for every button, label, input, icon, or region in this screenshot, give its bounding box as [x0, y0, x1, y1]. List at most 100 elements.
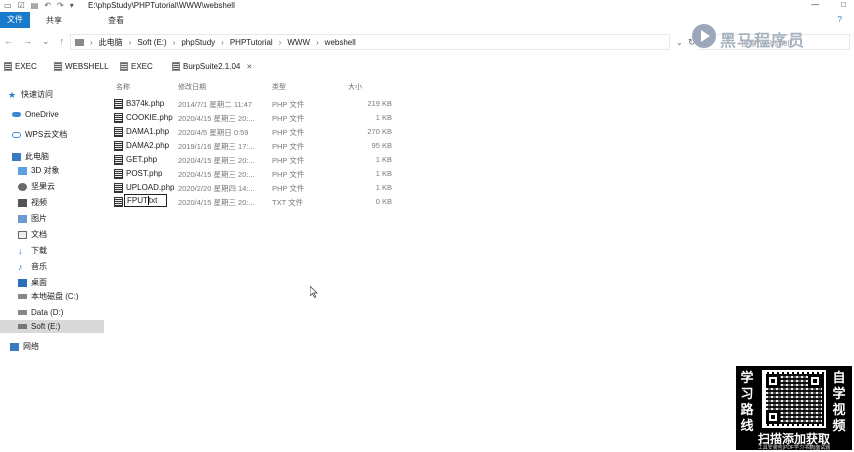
breadcrumb-separator-icon[interactable]: › — [279, 38, 282, 47]
minimize-button[interactable]: — — [811, 0, 819, 9]
nav-label: 图片 — [31, 214, 47, 223]
address-bar[interactable]: › 此电脑 › Soft (E:) › phpStudy › PHPTutori… — [70, 34, 670, 50]
breadcrumb-soft-e[interactable]: Soft (E:) — [137, 38, 166, 47]
column-header-name[interactable]: 名称 — [116, 82, 130, 92]
close-icon[interactable]: ✕ — [246, 63, 252, 71]
file-row[interactable]: COOKIE.php 2020/4/15 星期三 20:... PHP 文件 1… — [112, 112, 402, 124]
nav-videos[interactable]: 视频 — [0, 196, 104, 209]
nav-label: 视频 — [31, 198, 47, 207]
breadcrumb-this-pc[interactable]: 此电脑 — [99, 37, 123, 48]
nav-drive-d[interactable]: Data (D:) — [0, 306, 104, 319]
tab-label: EXEC — [131, 62, 153, 71]
qr-finder — [808, 374, 822, 388]
cube-icon — [18, 166, 27, 175]
nav-jianguoyun[interactable]: 坚果云 — [0, 180, 104, 193]
nav-quick-access[interactable]: ★ 快速访问 — [0, 88, 104, 101]
document-icon — [54, 62, 62, 71]
promo-char: 习 — [740, 386, 754, 401]
file-size: 95 KB — [371, 141, 392, 150]
qr-finder — [766, 374, 780, 388]
file-date: 2020/4/15 星期三 20:... — [178, 170, 255, 179]
back-arrow-icon[interactable]: ← — [4, 36, 13, 47]
tab-file[interactable]: 文件 — [0, 12, 30, 28]
nut-cloud-icon — [18, 182, 27, 191]
nav-onedrive[interactable]: OneDrive — [0, 108, 104, 121]
nav-drive-c[interactable]: 本地磁盘 (C:) — [0, 290, 104, 303]
tab-view[interactable]: 查看 — [108, 15, 124, 26]
breadcrumb-separator-icon[interactable]: › — [221, 38, 224, 47]
maximize-button[interactable]: □ — [841, 0, 846, 9]
tab-exec-1[interactable]: EXEC — [4, 62, 37, 71]
file-date: 2014/7/1 星期二 11:47 — [178, 100, 253, 109]
file-row[interactable]: GET.php 2020/4/15 星期三 20:... PHP 文件 1 KB — [112, 154, 402, 166]
file-name: COOKIE.php — [126, 113, 173, 122]
breadcrumb-www[interactable]: WWW — [287, 38, 310, 47]
promo-char: 路 — [740, 402, 754, 417]
nav-downloads[interactable]: ↓ 下载 — [0, 244, 104, 257]
tab-burpsuite[interactable]: BurpSuite2.1.04 ✕ — [172, 62, 252, 71]
breadcrumb-separator-icon[interactable]: › — [129, 38, 132, 47]
nav-label: 音乐 — [31, 262, 47, 271]
nav-label: 快速访问 — [21, 90, 53, 99]
address-folder-icon — [75, 38, 84, 46]
breadcrumb-phptutorial[interactable]: PHPTutorial — [230, 38, 273, 47]
promo-char: 自 — [832, 370, 846, 385]
nav-label: 下载 — [31, 246, 47, 255]
txt-file-icon — [114, 197, 123, 207]
recent-chevron-icon[interactable]: ⌄ — [42, 36, 50, 47]
file-row[interactable]: DAMA1.php 2020/4/5 星期日 0:59 PHP 文件 270 K… — [112, 126, 402, 138]
nav-3d-objects[interactable]: 3D 对象 — [0, 164, 104, 177]
tab-label: WEBSHELL — [65, 62, 109, 71]
breadcrumb-phpstudy[interactable]: phpStudy — [181, 38, 215, 47]
file-row[interactable]: B374k.php 2014/7/1 星期二 11:47 PHP 文件 219 … — [112, 98, 402, 110]
nav-label: Soft (E:) — [31, 322, 61, 331]
breadcrumb-separator-icon[interactable]: › — [173, 38, 176, 47]
tab-webshell[interactable]: WEBSHELL — [54, 62, 109, 71]
nav-network[interactable]: 网络 — [0, 340, 104, 353]
file-type: PHP 文件 — [272, 184, 305, 193]
file-size: 1 KB — [375, 183, 392, 192]
column-header-date[interactable]: 修改日期 — [178, 82, 206, 92]
nav-desktop[interactable]: 桌面 — [0, 276, 104, 289]
tab-share[interactable]: 共享 — [46, 15, 62, 26]
promo-char: 学 — [832, 386, 846, 401]
column-header-type[interactable]: 类型 — [272, 82, 286, 92]
file-row[interactable]: POST.php 2020/4/15 星期三 20:... PHP 文件 1 K… — [112, 168, 402, 180]
breadcrumb-separator-icon[interactable]: › — [90, 38, 93, 47]
rename-text-before-cursor: FPUT — [127, 196, 148, 205]
file-row[interactable]: UPLOAD.php 2020/2/20 星期四 14:... PHP 文件 1… — [112, 182, 402, 194]
download-arrow-icon: ↓ — [18, 245, 23, 256]
rename-input[interactable]: FPUTtxt — [124, 194, 167, 207]
php-file-icon — [114, 183, 123, 193]
breadcrumb-webshell[interactable]: webshell — [325, 38, 356, 47]
properties-icon[interactable]: ☑ — [18, 1, 25, 11]
undo-icon[interactable]: ↶ — [44, 1, 51, 11]
redo-icon[interactable]: ↷ — [57, 1, 64, 11]
nav-drive-e[interactable]: Soft (E:) — [0, 320, 104, 333]
desktop-icon — [18, 278, 27, 287]
watermark-logo: 黑马程序员 — [692, 24, 852, 52]
new-folder-icon[interactable]: ▤ — [31, 1, 39, 11]
folder-icon[interactable]: ▭ — [4, 1, 12, 11]
nav-documents[interactable]: 文档 — [0, 228, 104, 241]
nav-music[interactable]: ♪ 音乐 — [0, 260, 104, 273]
file-name: GET.php — [126, 155, 158, 164]
column-header-size[interactable]: 大小 — [348, 82, 362, 92]
tab-exec-2[interactable]: EXEC — [120, 62, 153, 71]
nav-wps-cloud[interactable]: WPS云文档 — [0, 128, 104, 141]
nav-this-pc[interactable]: 此电脑 — [0, 150, 104, 163]
help-icon[interactable]: ? — [838, 15, 842, 24]
file-name: UPLOAD.php — [126, 183, 175, 192]
forward-arrow-icon[interactable]: → — [23, 36, 32, 47]
nav-pictures[interactable]: 图片 — [0, 212, 104, 225]
file-row[interactable]: DAMA2.php 2019/1/16 星期三 17:... PHP 文件 95… — [112, 140, 402, 152]
file-size: 1 KB — [375, 155, 392, 164]
up-arrow-icon[interactable]: ↑ — [60, 36, 65, 47]
php-file-icon — [114, 113, 123, 123]
customize-chevron-icon[interactable]: ▾ — [70, 1, 74, 11]
file-date: 2020/2/20 星期四 14:... — [178, 184, 255, 193]
document-icon — [4, 62, 12, 71]
drive-icon — [18, 294, 27, 299]
address-history-chevron-icon[interactable]: ⌄ — [676, 38, 683, 47]
breadcrumb-separator-icon[interactable]: › — [316, 38, 319, 47]
